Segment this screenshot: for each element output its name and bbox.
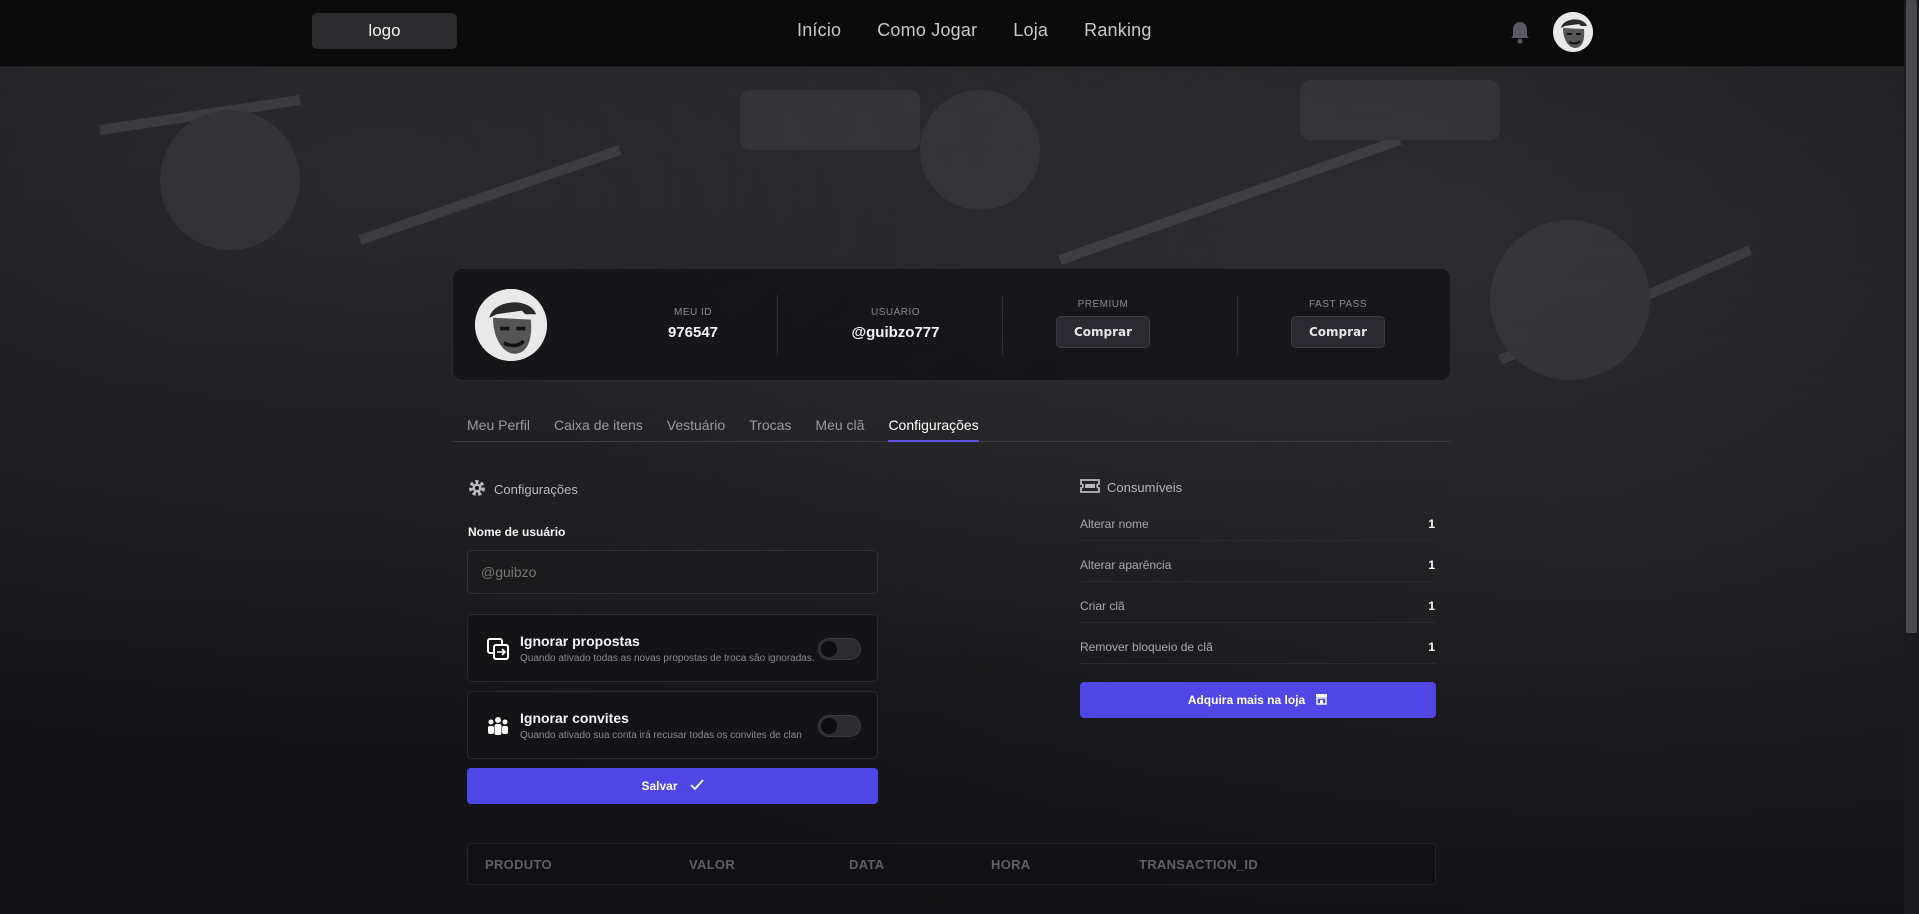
divider: [1002, 295, 1003, 355]
column-header: TRANSACTION_ID: [1139, 857, 1259, 872]
bell-icon[interactable]: [1509, 20, 1531, 44]
gear-icon: [467, 478, 487, 501]
column-header: PRODUTO: [485, 857, 552, 872]
column-header: VALOR: [689, 857, 736, 872]
fastpass-label: FAST PASS: [1308, 299, 1368, 310]
consumables-title-text: Consumíveis: [1107, 480, 1183, 495]
shop-button-label: Adquira mais na loja: [1187, 693, 1306, 707]
save-button[interactable]: Salvar: [467, 768, 878, 804]
store-icon: [1315, 693, 1328, 708]
consumable-count: 1: [1428, 517, 1435, 531]
scrollbar-thumb[interactable]: [1906, 0, 1917, 633]
tab-meu-cla[interactable]: Meu clã: [815, 408, 864, 442]
consumable-label: Alterar aparência: [1080, 558, 1172, 572]
ignore-invites-title: Ignorar convites: [520, 710, 629, 726]
toggle-knob: [821, 641, 837, 657]
stat-id: MEU ID 976547: [633, 269, 753, 382]
consumable-row: Criar clã 1: [1080, 593, 1436, 623]
tab-vestuario[interactable]: Vestuário: [667, 408, 725, 442]
stat-user: USUÁRIO @guibzo777: [793, 269, 998, 382]
consumable-label: Alterar nome: [1080, 517, 1149, 531]
settings-title: Configurações: [467, 478, 578, 501]
profile-card: MEU ID 976547 USUÁRIO @guibzo777 PREMIUM…: [452, 268, 1451, 381]
stat-fastpass: FAST PASS Comprar: [1263, 269, 1413, 382]
ignore-proposals-card: Ignorar propostas Quando ativado todas a…: [467, 614, 878, 682]
tab-caixa-de-itens[interactable]: Caixa de itens: [554, 408, 643, 442]
nav-ranking[interactable]: Ranking: [1084, 20, 1151, 41]
premium-label: PREMIUM: [1077, 299, 1129, 310]
consumable-row: Alterar aparência 1: [1080, 552, 1436, 582]
stat-user-label: USUÁRIO: [870, 307, 921, 318]
consumable-row: Alterar nome 1: [1080, 511, 1436, 541]
stat-id-label: MEU ID: [674, 307, 712, 318]
ignore-invites-card: Ignorar convites Quando ativado sua cont…: [467, 691, 878, 759]
consumable-count: 1: [1428, 558, 1435, 572]
nav-loja[interactable]: Loja: [1013, 20, 1048, 41]
profile-avatar: [475, 289, 547, 361]
users-icon: [486, 714, 510, 738]
toggle-knob: [821, 718, 837, 734]
transactions-table-header: PRODUTO VALOR DATA HORA TRANSACTION_ID: [467, 843, 1436, 885]
divider: [1237, 295, 1238, 355]
ignore-invites-toggle[interactable]: [818, 715, 861, 737]
consumables-title: Consumíveis: [1080, 478, 1182, 497]
stat-id-value: 976547: [667, 324, 719, 341]
fastpass-buy-button[interactable]: Comprar: [1291, 316, 1385, 348]
consumable-row: Remover bloqueio de clã 1: [1080, 634, 1436, 664]
tab-meu-perfil[interactable]: Meu Perfil: [467, 408, 530, 442]
tab-configuracoes[interactable]: Configurações: [888, 408, 979, 442]
consumable-count: 1: [1428, 599, 1435, 613]
user-avatar[interactable]: [1553, 12, 1593, 52]
nav-como-jogar[interactable]: Como Jogar: [877, 20, 977, 41]
consumable-label: Criar clã: [1080, 599, 1125, 613]
username-input[interactable]: [467, 550, 878, 594]
ignore-proposals-toggle[interactable]: [818, 638, 861, 660]
top-header: logo Início Como Jogar Loja Ranking: [0, 0, 1919, 67]
ignore-proposals-desc: Quando ativado todas as novas propostas …: [520, 653, 815, 664]
column-header: DATA: [849, 857, 885, 872]
username-label: Nome de usuário: [468, 525, 566, 539]
divider: [777, 295, 778, 355]
ignore-invites-desc: Quando ativado sua conta irá recusar tod…: [520, 730, 802, 741]
settings-title-text: Configurações: [494, 482, 578, 497]
profile-tabs: Meu Perfil Caixa de itens Vestuário Troc…: [452, 408, 1451, 442]
premium-buy-button[interactable]: Comprar: [1056, 316, 1150, 348]
nav-inicio[interactable]: Início: [797, 20, 841, 41]
consumable-count: 1: [1428, 640, 1435, 654]
stat-premium: PREMIUM Comprar: [1028, 269, 1178, 382]
save-button-label: Salvar: [641, 779, 678, 793]
background-scene: [0, 0, 1919, 914]
shop-button[interactable]: Adquira mais na loja: [1080, 682, 1436, 718]
logo[interactable]: logo: [312, 13, 457, 49]
check-icon: [689, 778, 704, 794]
ignore-proposals-title: Ignorar propostas: [520, 633, 640, 649]
ticket-icon: [1080, 478, 1100, 497]
tab-trocas[interactable]: Trocas: [749, 408, 791, 442]
main-nav: Início Como Jogar Loja Ranking: [797, 20, 1188, 41]
consumable-label: Remover bloqueio de clã: [1080, 640, 1213, 654]
stat-user-value: @guibzo777: [851, 324, 940, 341]
column-header: HORA: [991, 857, 1031, 872]
page-scrollbar[interactable]: [1904, 0, 1919, 914]
exchange-icon: [486, 637, 510, 661]
